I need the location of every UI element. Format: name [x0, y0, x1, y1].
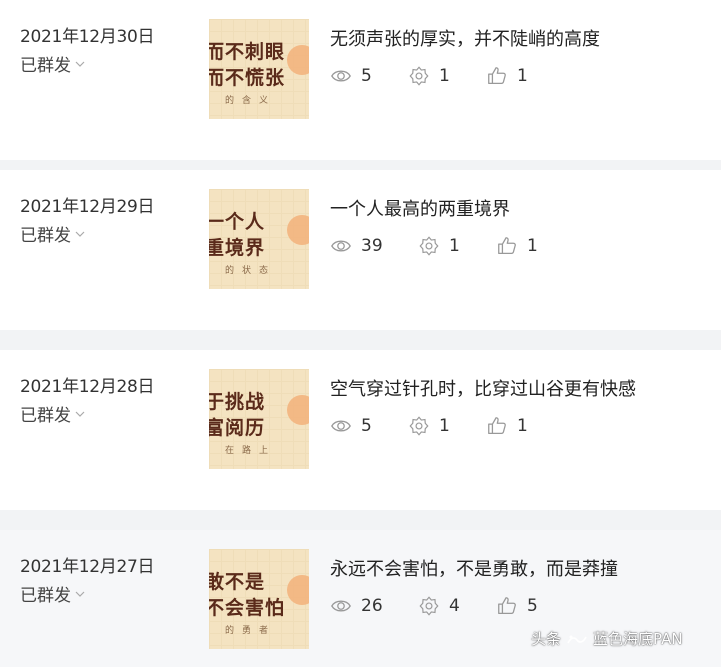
thumbnail-text: 而不刺眼 — [209, 41, 286, 63]
watermark-prefix: 头条 — [531, 630, 562, 648]
watermark: 头条 蓝色海底PAN — [531, 628, 683, 649]
shares-count: 1 — [449, 236, 460, 256]
chevron-down-icon — [75, 591, 85, 597]
thumbs-up-icon — [498, 237, 516, 254]
post-date: 2021年12月27日 — [20, 557, 155, 577]
likes-count: 1 — [527, 236, 538, 256]
views-stat: 26 — [330, 595, 383, 617]
status-label: 已群发 — [20, 586, 71, 606]
views-stat: 39 — [330, 235, 383, 257]
post-title[interactable]: 永远不会害怕，不是勇敢，而是莽撞 — [330, 555, 618, 581]
views-stat: 5 — [330, 65, 372, 87]
eye-icon — [331, 420, 351, 432]
status-label: 已群发 — [20, 406, 71, 426]
views-count: 5 — [361, 66, 372, 86]
post-thumbnail[interactable]: 敢不是 不会害怕 的勇者 — [209, 549, 309, 649]
share-gear-icon — [419, 236, 439, 256]
chevron-down-icon — [75, 411, 85, 417]
thumbnail-caption: 的含义 — [225, 96, 277, 106]
views-count: 26 — [361, 596, 383, 616]
eye-icon — [331, 600, 351, 612]
post-card[interactable]: 2021年12月28日 已群发 于挑战 富阅历 在路上 空气穿过针孔时，比穿过山… — [0, 350, 721, 510]
post-card[interactable]: 2021年12月29日 已群发 一个人 重境界 的状态 一个人最高的两重境界 3… — [0, 170, 721, 330]
thumbnail-caption: 在路上 — [225, 446, 277, 456]
post-status[interactable]: 已群发 — [20, 221, 85, 246]
post-title[interactable]: 无须声张的厚实，并不陡峭的高度 — [330, 25, 600, 51]
shares-count: 4 — [449, 596, 460, 616]
post-status[interactable]: 已群发 — [20, 51, 85, 76]
post-date: 2021年12月29日 — [20, 197, 155, 217]
status-label: 已群发 — [20, 226, 71, 246]
watermark-handle: 蓝色海底PAN — [593, 630, 683, 648]
thumbnail-caption: 的勇者 — [225, 626, 277, 636]
shares-stat: 1 — [408, 415, 450, 437]
shares-stat: 1 — [418, 235, 460, 257]
likes-stat: 5 — [496, 595, 538, 617]
likes-stat: 1 — [486, 415, 528, 437]
post-title[interactable]: 空气穿过针孔时，比穿过山谷更有快感 — [330, 375, 636, 401]
shares-count: 1 — [439, 416, 450, 436]
thumbnail-text: 敢不是 — [209, 571, 266, 593]
handle-icon — [567, 635, 587, 643]
post-date: 2021年12月28日 — [20, 377, 155, 397]
thumbnail-text: 富阅历 — [209, 417, 266, 439]
thumbs-up-icon — [488, 67, 506, 84]
post-thumbnail[interactable]: 一个人 重境界 的状态 — [209, 189, 309, 289]
post-date: 2021年12月30日 — [20, 27, 155, 47]
thumbnail-text: 一个人 — [209, 211, 266, 233]
thumbs-up-icon — [498, 597, 516, 614]
chevron-down-icon — [75, 231, 85, 237]
chevron-down-icon — [75, 61, 85, 67]
views-count: 39 — [361, 236, 383, 256]
thumbnail-text: 重境界 — [209, 237, 266, 259]
post-thumbnail[interactable]: 而不刺眼 而不慌张 的含义 — [209, 19, 309, 119]
views-count: 5 — [361, 416, 372, 436]
likes-stat: 1 — [486, 65, 528, 87]
likes-count: 1 — [517, 416, 528, 436]
post-title[interactable]: 一个人最高的两重境界 — [330, 195, 510, 221]
eye-icon — [331, 70, 351, 82]
views-stat: 5 — [330, 415, 372, 437]
share-gear-icon — [409, 66, 429, 86]
shares-stat: 4 — [418, 595, 460, 617]
likes-count: 1 — [517, 66, 528, 86]
thumbs-up-icon — [488, 417, 506, 434]
shares-stat: 1 — [408, 65, 450, 87]
thumbnail-text: 而不慌张 — [209, 67, 286, 89]
status-label: 已群发 — [20, 56, 71, 76]
post-status[interactable]: 已群发 — [20, 401, 85, 426]
eye-icon — [331, 240, 351, 252]
thumbnail-text: 不会害怕 — [209, 597, 286, 619]
likes-stat: 1 — [496, 235, 538, 257]
post-status[interactable]: 已群发 — [20, 581, 85, 606]
post-card[interactable]: 2021年12月30日 已群发 而不刺眼 而不慌张 的含义 无须声张的厚实，并不… — [0, 0, 721, 160]
post-thumbnail[interactable]: 于挑战 富阅历 在路上 — [209, 369, 309, 469]
thumbnail-caption: 的状态 — [225, 266, 277, 276]
thumbnail-text: 于挑战 — [209, 391, 266, 413]
share-gear-icon — [419, 596, 439, 616]
shares-count: 1 — [439, 66, 450, 86]
likes-count: 5 — [527, 596, 538, 616]
share-gear-icon — [409, 416, 429, 436]
